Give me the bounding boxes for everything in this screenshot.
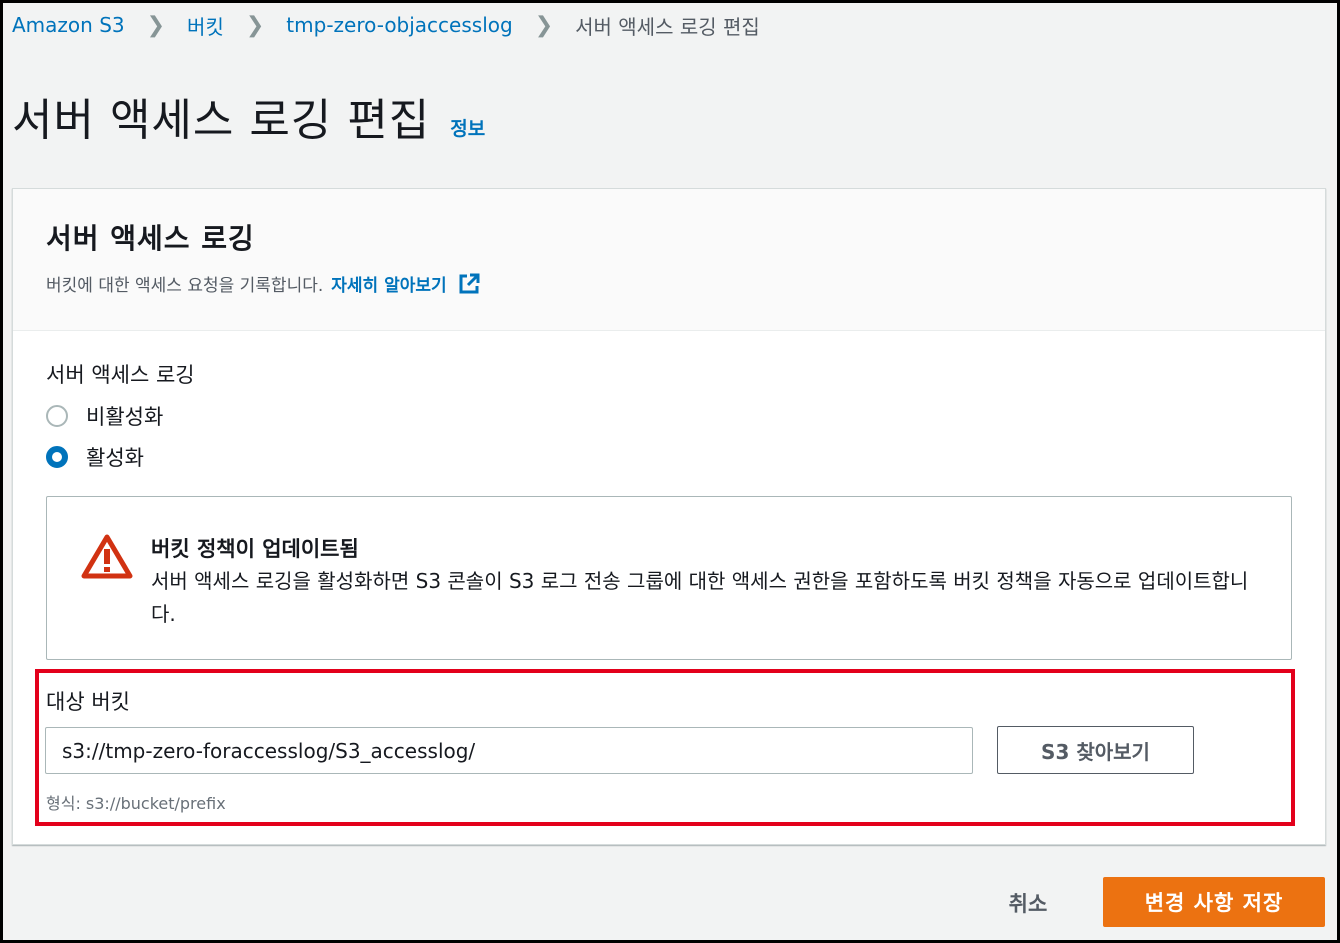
breadcrumb-current: 서버 액세스 로깅 편집 bbox=[575, 14, 760, 39]
external-link-icon[interactable] bbox=[457, 272, 481, 296]
browse-s3-button[interactable]: S3 찾아보기 bbox=[997, 726, 1194, 774]
target-bucket-label: 대상 버킷 bbox=[46, 690, 130, 714]
alert-title: 버킷 정책이 업데이트됨 bbox=[151, 537, 359, 561]
warning-icon bbox=[81, 533, 133, 579]
breadcrumb-item-amazon-s3[interactable]: Amazon S3 bbox=[12, 13, 125, 37]
breadcrumb: Amazon S3 ❯ 버킷 ❯ tmp-zero-objaccesslog ❯… bbox=[12, 10, 760, 40]
learn-more-link[interactable]: 자세히 알아보기 bbox=[331, 271, 446, 296]
panel-description: 버킷에 대한 액세스 요청을 기록합니다. 자세히 알아보기 bbox=[46, 271, 1325, 296]
page-title: 서버 액세스 로깅 편집 bbox=[12, 95, 431, 146]
cancel-button[interactable]: 취소 bbox=[990, 880, 1066, 926]
page-header: 서버 액세스 로깅 편집 정보 bbox=[12, 84, 485, 148]
logging-field-label: 서버 액세스 로깅 bbox=[46, 363, 195, 387]
radio-label-disable: 비활성화 bbox=[86, 405, 164, 429]
panel-title: 서버 액세스 로깅 bbox=[46, 222, 255, 255]
panel-header: 서버 액세스 로깅 버킷에 대한 액세스 요청을 기록합니다. 자세히 알아보기 bbox=[13, 189, 1325, 331]
radio-button-enable[interactable] bbox=[46, 446, 68, 468]
chevron-right-icon: ❯ bbox=[245, 12, 265, 38]
alert-content: 버킷 정책이 업데이트됨 서버 액세스 로깅을 활성화하면 S3 콘솔이 S3 … bbox=[151, 533, 1251, 659]
radio-button-disable[interactable] bbox=[46, 405, 68, 427]
breadcrumb-item-bucket[interactable]: tmp-zero-objaccesslog bbox=[286, 13, 512, 37]
chevron-right-icon: ❯ bbox=[534, 12, 554, 38]
target-bucket-input[interactable]: s3://tmp-zero-foraccesslog/S3_accesslog/ bbox=[45, 727, 973, 774]
radio-option-disable[interactable]: 비활성화 bbox=[46, 401, 163, 431]
breadcrumb-item-buckets[interactable]: 버킷 bbox=[187, 11, 224, 40]
info-link[interactable]: 정보 bbox=[450, 114, 485, 141]
save-changes-button[interactable]: 변경 사항 저장 bbox=[1103, 877, 1325, 927]
bucket-policy-alert: 버킷 정책이 업데이트됨 서버 액세스 로깅을 활성화하면 S3 콘솔이 S3 … bbox=[46, 496, 1292, 660]
alert-body: 서버 액세스 로깅을 활성화하면 S3 콘솔이 S3 로그 전송 그룹에 대한 … bbox=[151, 569, 1249, 626]
chevron-right-icon: ❯ bbox=[146, 12, 166, 38]
format-hint: 형식: s3://bucket/prefix bbox=[46, 794, 226, 813]
radio-label-enable: 활성화 bbox=[86, 446, 144, 470]
panel-description-text: 버킷에 대한 액세스 요청을 기록합니다. bbox=[46, 276, 324, 296]
radio-option-enable[interactable]: 활성화 bbox=[46, 442, 144, 472]
